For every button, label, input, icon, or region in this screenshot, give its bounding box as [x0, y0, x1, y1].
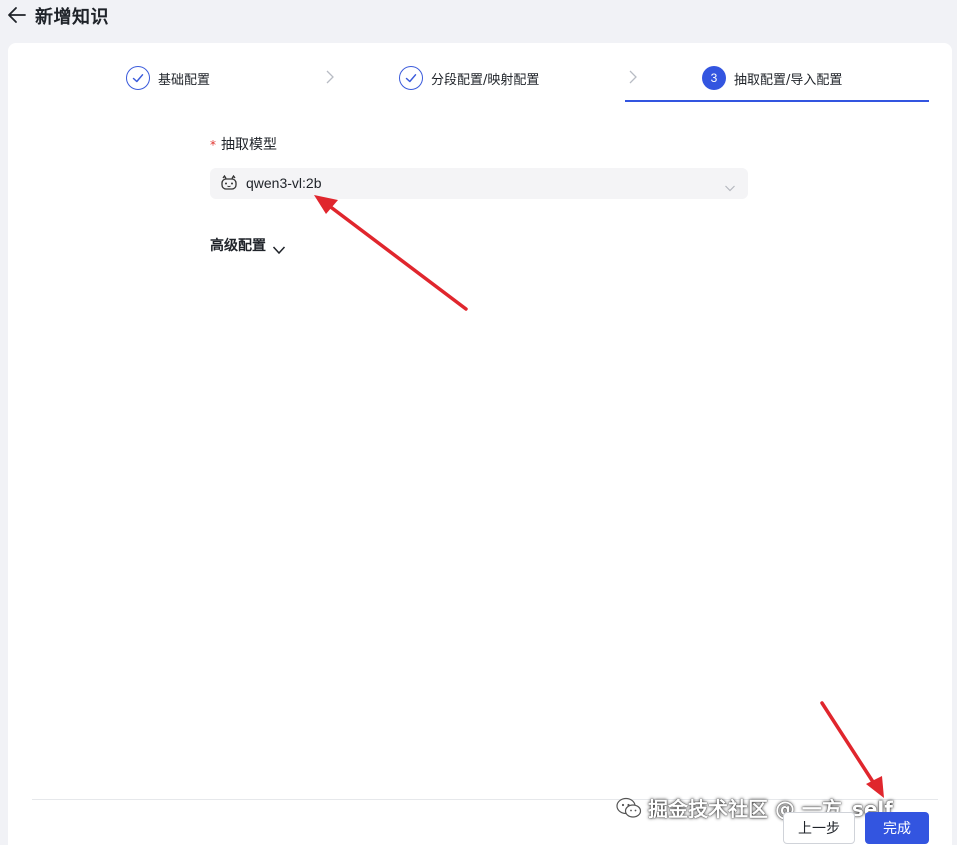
chevron-right-icon [324, 69, 336, 85]
watermark-text: 掘金技术社区 @ 一方_self [648, 797, 893, 821]
chevron-down-icon [724, 178, 736, 192]
check-icon [126, 66, 150, 90]
step-label: 基础配置 [158, 72, 211, 88]
arrow-left-icon[interactable] [6, 4, 28, 26]
page-title: 新增知识 [35, 7, 109, 28]
extract-model-select[interactable]: qwen3-vl:2b [210, 168, 748, 199]
wechat-icon [616, 797, 642, 819]
select-value: qwen3-vl:2b [246, 175, 322, 191]
model-field-label-text: 抽取模型 [221, 137, 277, 153]
steps-bar: 基础配置 分段配置/映射配置 3 抽取配置/导入配置 [8, 43, 952, 103]
step-label: 分段配置/映射配置 [431, 72, 540, 88]
ollama-model-icon [220, 174, 238, 191]
chevron-right-icon [627, 69, 639, 85]
chevron-down-icon [272, 240, 286, 255]
check-icon [399, 66, 423, 90]
finish-button[interactable]: 完成 [865, 812, 929, 844]
step-extract-import-config[interactable]: 3 抽取配置/导入配置 [702, 66, 842, 90]
required-mark: * [210, 138, 216, 152]
advanced-config-label: 高级配置 [210, 238, 266, 254]
step-segment-mapping-config[interactable]: 分段配置/映射配置 [399, 66, 539, 90]
page-header: 新增知识 [0, 0, 957, 36]
advanced-config-toggle[interactable]: 高级配置 [210, 235, 286, 255]
form-card: 基础配置 分段配置/映射配置 3 抽取配置/导入配置 * 抽取模型 qwen3-… [8, 43, 952, 845]
step-number-badge: 3 [702, 66, 726, 90]
active-step-underline [625, 100, 929, 102]
step-basic-config[interactable]: 基础配置 [126, 66, 210, 90]
step-label: 抽取配置/导入配置 [734, 72, 843, 88]
model-field-label: * 抽取模型 [210, 134, 277, 154]
prev-step-button[interactable]: 上一步 [783, 812, 855, 844]
